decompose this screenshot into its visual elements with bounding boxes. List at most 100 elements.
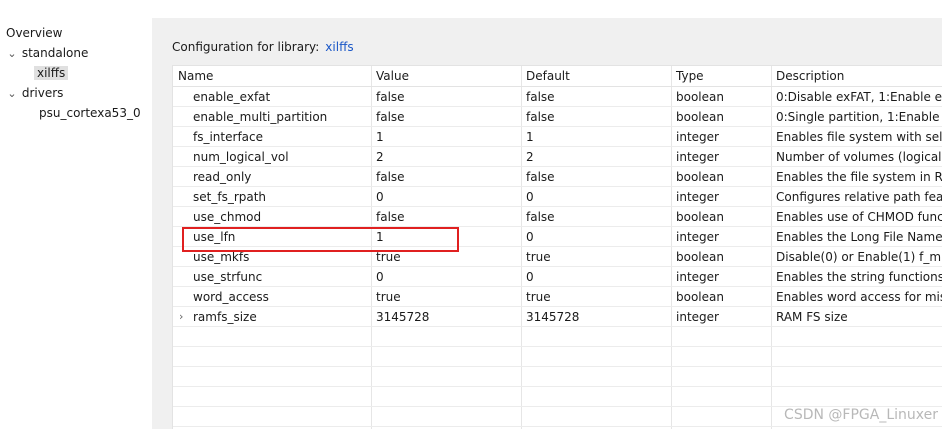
table-row[interactable]: set_fs_rpath 0 0 integer Configures relative…: [173, 187, 942, 207]
cell-type: boolean: [676, 290, 724, 304]
tree-item-label: xilffs: [34, 66, 69, 80]
cell-type: integer: [676, 310, 719, 324]
cell-description: Number of volumes (logical drives, from …: [776, 150, 942, 164]
table-header: Name Value Default Type Description: [173, 66, 942, 87]
cell-name: enable_exfat: [193, 90, 271, 104]
cell-value[interactable]: false: [371, 207, 521, 227]
watermark: CSDN @FPGA_Linuxer: [784, 407, 938, 423]
tree-item-label: psu_cortexa53_0: [39, 106, 141, 120]
cell-name: use_strfunc: [193, 270, 263, 284]
table-row[interactable]: word_access true true boolean Enables word a…: [173, 287, 942, 307]
column-header-description[interactable]: Description: [771, 66, 942, 87]
tree-item-label: Overview: [6, 26, 63, 40]
configuration-heading: Configuration for library: xilffs: [172, 39, 354, 55]
cell-type: boolean: [676, 170, 724, 184]
cell-description: Enables the string functions: [776, 270, 942, 284]
table-row[interactable]: use_mkfs true true boolean Disable(0) or Ena…: [173, 247, 942, 267]
cell-value[interactable]: false: [371, 107, 521, 127]
tree-item-xilffs[interactable]: xilffs: [34, 63, 69, 83]
cell-default: 0: [526, 270, 534, 284]
cell-description: Configures relative path feature: [776, 190, 942, 204]
cell-name: fs_interface: [193, 130, 263, 144]
table-row[interactable]: num_logical_vol 2 2 integer Number of volume…: [173, 147, 942, 167]
cell-type: integer: [676, 130, 719, 144]
top-bar: [0, 0, 942, 18]
tree-item-drivers[interactable]: ⌄ drivers: [6, 83, 63, 103]
tree-item-label: standalone: [21, 46, 89, 60]
cell-type: boolean: [676, 90, 724, 104]
cell-value[interactable]: 0: [371, 187, 521, 207]
cell-default: 1: [526, 130, 534, 144]
cell-default: false: [526, 90, 555, 104]
cell-name: use_lfn: [193, 230, 236, 244]
table-row[interactable]: use_chmod false false boolean Enables use of…: [173, 207, 942, 227]
cell-description: Disable(0) or Enable(1) f_mkfs function: [776, 250, 942, 264]
cell-description: Enables file system with selected interf…: [776, 130, 942, 144]
table-row[interactable]: ramfs_size 3145728 3145728 integer RAM FS si…: [173, 307, 942, 327]
chevron-down-icon[interactable]: ⌄: [6, 44, 18, 64]
cell-name: use_chmod: [193, 210, 262, 224]
cell-name: ramfs_size: [193, 310, 257, 324]
tree-item-label: drivers: [21, 86, 64, 100]
cell-name: num_logical_vol: [193, 150, 289, 164]
cell-value[interactable]: false: [371, 87, 521, 107]
cell-description: Enables the file system in Read_Only mod…: [776, 170, 942, 184]
cell-default: false: [526, 210, 555, 224]
table-row[interactable]: use_lfn 1 0 integer Enables the Long File Na…: [173, 227, 942, 247]
cell-value[interactable]: 3145728: [371, 307, 521, 327]
cell-type: integer: [676, 270, 719, 284]
cell-type: integer: [676, 150, 719, 164]
column-header-default[interactable]: Default: [521, 66, 671, 87]
cell-description: 0:Single partition, 1:Enable multiple pa…: [776, 110, 942, 124]
cell-value[interactable]: true: [371, 287, 521, 307]
cell-default: 0: [526, 230, 534, 244]
empty-table-row: [173, 367, 942, 387]
cell-default: true: [526, 250, 551, 264]
cell-value[interactable]: true: [371, 247, 521, 267]
chevron-right-icon[interactable]: ›: [179, 307, 189, 327]
empty-table-row: [173, 347, 942, 367]
library-link[interactable]: xilffs: [325, 40, 353, 54]
tree-item-overview[interactable]: Overview: [6, 23, 63, 43]
cell-default: true: [526, 290, 551, 304]
cell-value[interactable]: 1: [371, 127, 521, 147]
cell-default: 0: [526, 190, 534, 204]
cell-name: enable_multi_partition: [193, 110, 328, 124]
empty-table-row: [173, 387, 942, 407]
cell-type: boolean: [676, 250, 724, 264]
table-row[interactable]: enable_exfat false false boolean 0:Disable e…: [173, 87, 942, 107]
tree-item-standalone[interactable]: ⌄ standalone: [6, 43, 88, 63]
empty-table-row: [173, 327, 942, 347]
table-row[interactable]: read_only false false boolean Enables the fi…: [173, 167, 942, 187]
column-header-name[interactable]: Name: [173, 66, 371, 87]
cell-type: integer: [676, 190, 719, 204]
cell-description: Enables word access for misaligned memor…: [776, 290, 942, 304]
cell-value[interactable]: false: [371, 167, 521, 187]
table-row[interactable]: enable_multi_partition false false boolean 0…: [173, 107, 942, 127]
table-row[interactable]: use_strfunc 0 0 integer Enables the string f…: [173, 267, 942, 287]
cell-description: Enables use of CHMOD functionality: [776, 210, 942, 224]
configuration-label: Configuration for library:: [172, 40, 320, 54]
chevron-down-icon[interactable]: ⌄: [6, 84, 18, 104]
column-header-type[interactable]: Type: [671, 66, 771, 87]
cell-default: false: [526, 170, 555, 184]
parameter-table: Name Value Default Type Description enab…: [172, 65, 942, 429]
cell-default: 2: [526, 150, 534, 164]
cell-value[interactable]: 2: [371, 147, 521, 167]
cell-default: false: [526, 110, 555, 124]
cell-name: word_access: [193, 290, 269, 304]
cell-value[interactable]: 0: [371, 267, 521, 287]
column-header-value[interactable]: Value: [371, 66, 521, 87]
tree-item-psu-cortexa53-0[interactable]: psu_cortexa53_0: [39, 103, 141, 123]
cell-type: boolean: [676, 210, 724, 224]
table-row[interactable]: fs_interface 1 1 integer Enables file system…: [173, 127, 942, 147]
navigation-tree: Overview ⌄ standalone xilffs ⌄ drivers p…: [0, 18, 152, 429]
cell-description: Enables the Long File Name(LFN) support: [776, 230, 942, 244]
cell-name: read_only: [193, 170, 252, 184]
cell-name: use_mkfs: [193, 250, 250, 264]
cell-description: RAM FS size: [776, 310, 848, 324]
cell-type: boolean: [676, 110, 724, 124]
cell-value[interactable]: 1: [371, 227, 521, 247]
cell-name: set_fs_rpath: [193, 190, 267, 204]
configuration-panel: Configuration for library: xilffs Name Va…: [152, 18, 942, 429]
